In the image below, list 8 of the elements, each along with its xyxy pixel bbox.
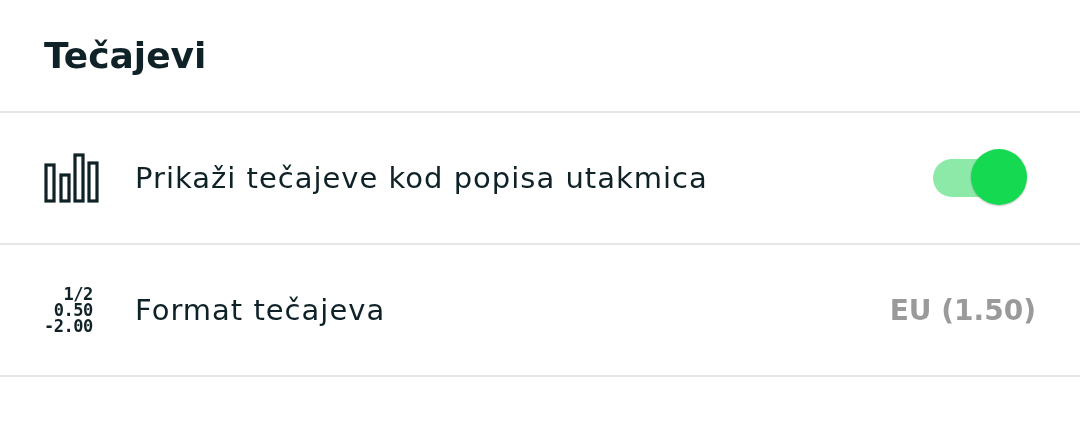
bar-chart-icon: [44, 153, 100, 203]
settings-row[interactable]: Prikaži tečajeve kod popisa utakmica: [0, 113, 1080, 245]
section-title: Tečajevi: [44, 35, 207, 76]
setting-value: EU (1.50): [889, 293, 1036, 327]
setting-label: Prikaži tečajeve kod popisa utakmica: [135, 161, 709, 195]
odds-sample-text: 1/2 0.50 -2.00: [44, 286, 93, 334]
setting-label: Format tečajeva: [135, 293, 387, 327]
settings-row[interactable]: 1/2 0.50 -2.00 Format tečajeva EU (1.50): [0, 245, 1080, 377]
